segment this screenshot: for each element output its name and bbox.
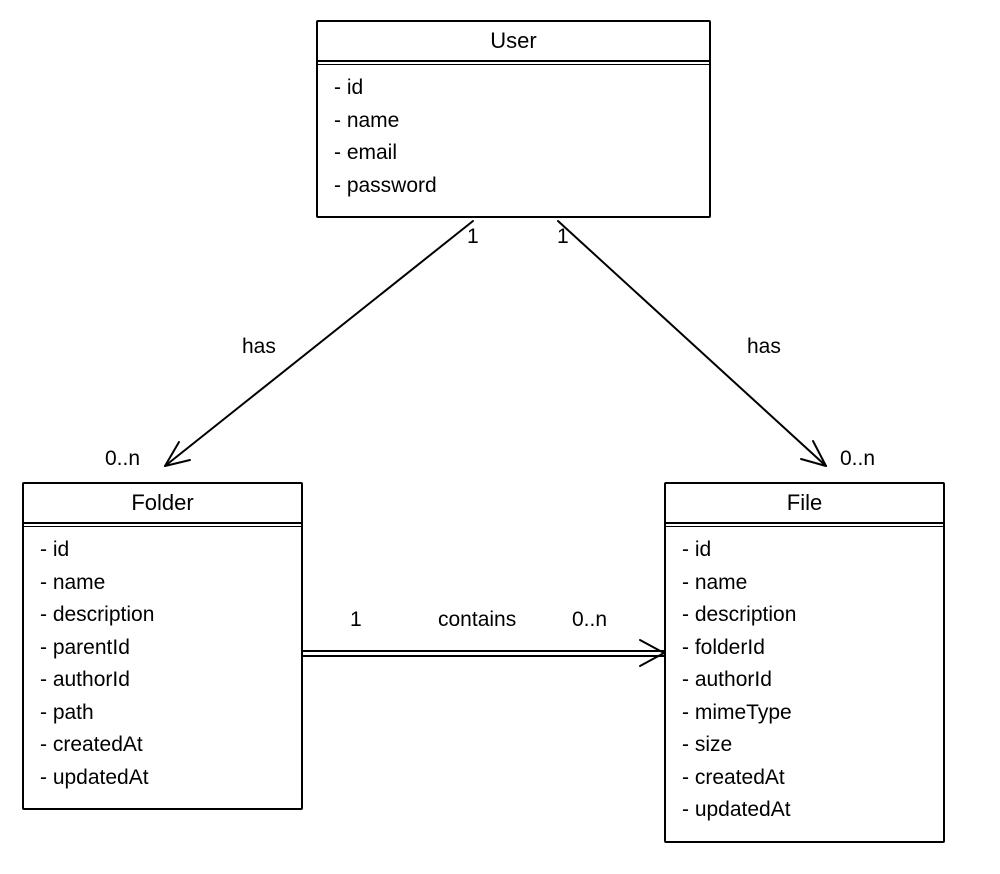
- mult-user-file-from: 1: [557, 225, 569, 249]
- arrowhead-folder-file: [640, 640, 664, 666]
- arrowhead-user-folder: [165, 442, 190, 466]
- attr: - createdAt: [682, 762, 927, 795]
- attr: - name: [682, 567, 927, 600]
- mult-user-file-to: 0..n: [840, 447, 875, 471]
- attr: - createdAt: [40, 729, 285, 762]
- arrowhead-user-file: [801, 441, 826, 466]
- attr: - path: [40, 697, 285, 730]
- entity-file: File - id - name - description - folderI…: [664, 482, 945, 843]
- label-user-file: has: [747, 335, 781, 359]
- attr: - mimeType: [682, 697, 927, 730]
- entity-file-title: File: [666, 484, 943, 524]
- mult-folder-file-to: 0..n: [572, 608, 607, 632]
- entity-user-title: User: [318, 22, 709, 62]
- attr: - description: [682, 599, 927, 632]
- entity-file-attrs: - id - name - description - folderId - a…: [666, 524, 943, 841]
- label-user-folder: has: [242, 335, 276, 359]
- label-folder-file: contains: [438, 608, 516, 632]
- entity-folder: Folder - id - name - description - paren…: [22, 482, 303, 810]
- attr: - name: [334, 105, 693, 138]
- entity-folder-title: Folder: [24, 484, 301, 524]
- attr: - email: [334, 137, 693, 170]
- uml-diagram: User - id - name - email - password Fold…: [0, 0, 1000, 874]
- attr: - updatedAt: [40, 762, 285, 795]
- attr: - size: [682, 729, 927, 762]
- attr: - updatedAt: [682, 794, 927, 827]
- attr: - description: [40, 599, 285, 632]
- attr: - parentId: [40, 632, 285, 665]
- mult-folder-file-from: 1: [350, 608, 362, 632]
- entity-user-attrs: - id - name - email - password: [318, 62, 709, 216]
- attr: - id: [682, 534, 927, 567]
- entity-user: User - id - name - email - password: [316, 20, 711, 218]
- mult-user-folder-from: 1: [467, 225, 479, 249]
- edge-user-file: [558, 221, 826, 466]
- entity-folder-attrs: - id - name - description - parentId - a…: [24, 524, 301, 808]
- mult-user-folder-to: 0..n: [105, 447, 140, 471]
- attr: - password: [334, 170, 693, 203]
- attr: - authorId: [682, 664, 927, 697]
- attr: - id: [334, 72, 693, 105]
- edge-user-folder: [165, 221, 473, 466]
- attr: - name: [40, 567, 285, 600]
- attr: - id: [40, 534, 285, 567]
- attr: - authorId: [40, 664, 285, 697]
- attr: - folderId: [682, 632, 927, 665]
